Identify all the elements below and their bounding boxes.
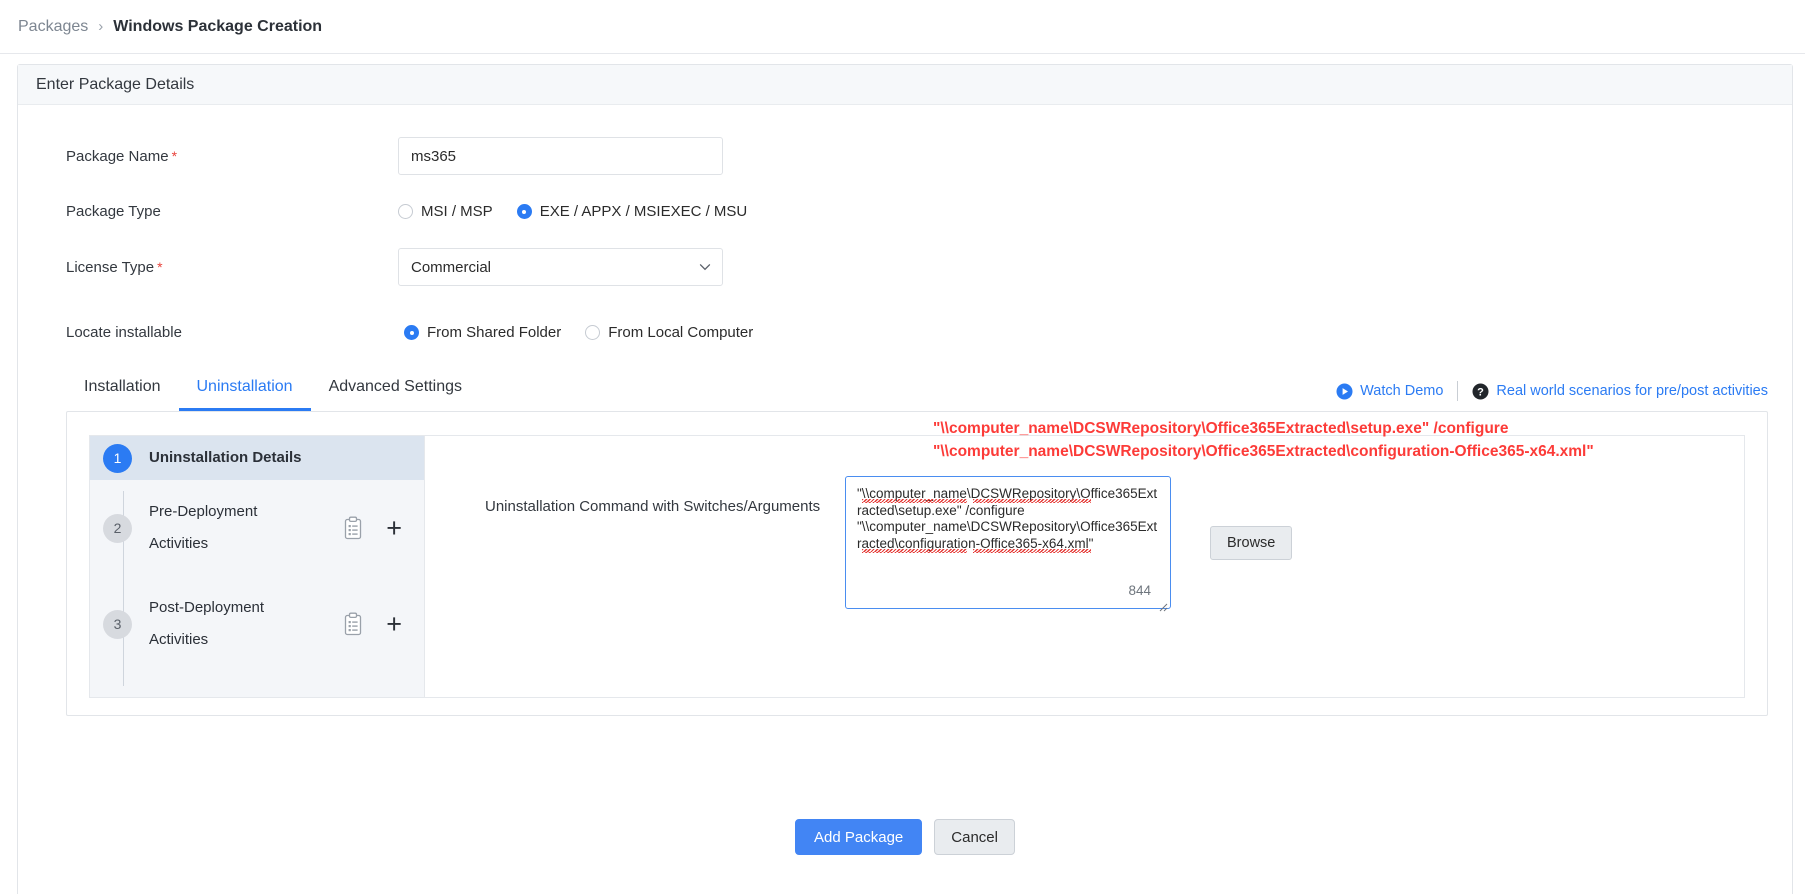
page-title: Enter Package Details <box>36 75 195 93</box>
locate-installable-label: Locate installable <box>66 324 182 341</box>
license-type-select-wrapper: Commercial <box>398 248 723 286</box>
breadcrumb-current-page: Windows Package Creation <box>113 17 323 35</box>
uninstall-command-textarea[interactable]: "\\computer_name\DCSWRepository\Office36… <box>845 476 1171 609</box>
step-label-line1: Post-Deployment <box>149 599 265 616</box>
package-type-radio-group: MSI / MSP EXE / APPX / MSIEXEC / MSU <box>398 203 1792 220</box>
plus-icon[interactable]: + <box>386 610 402 638</box>
clipboard-list-icon[interactable] <box>343 612 363 636</box>
tab-installation[interactable]: Installation <box>66 378 179 411</box>
tab-help-links: Watch Demo ? Real world scenarios for pr… <box>1336 381 1768 411</box>
breadcrumb: Packages › Windows Package Creation <box>0 0 1805 54</box>
step-uninstallation-details[interactable]: 1 Uninstallation Details <box>90 436 424 480</box>
radio-label: From Local Computer <box>608 324 754 341</box>
package-type-label: Package Type <box>66 203 161 220</box>
required-asterisk: * <box>157 258 163 275</box>
uninstall-command-label: Uninstallation Command with Switches/Arg… <box>485 498 821 515</box>
step-number-badge: 2 <box>103 513 132 543</box>
field-license-type: License Type * Commercial <box>18 248 1792 286</box>
real-world-scenarios-link[interactable]: ? Real world scenarios for pre/post acti… <box>1472 383 1768 400</box>
radio-label: MSI / MSP <box>421 203 493 220</box>
card-header: Enter Package Details <box>18 65 1792 105</box>
watch-demo-label: Watch Demo <box>1360 383 1444 399</box>
breadcrumb-link-packages[interactable]: Packages <box>18 18 88 36</box>
package-form: Package Name* Package Type MSI / MSP EXE… <box>18 105 1792 341</box>
package-name-label-text: Package Name <box>66 147 169 165</box>
step-pre-deployment-activities[interactable]: 2 Pre-Deployment Activities + <box>90 480 424 576</box>
breadcrumb-separator-icon: › <box>98 18 104 35</box>
cancel-button[interactable]: Cancel <box>934 819 1015 855</box>
step-number-badge: 1 <box>103 443 132 473</box>
step-label: Uninstallation Details <box>149 449 302 466</box>
license-type-label-text: License Type <box>66 258 155 276</box>
svg-text:?: ? <box>1478 386 1485 398</box>
field-package-type: Package Type MSI / MSP EXE / APPX / MSIE… <box>18 203 1792 220</box>
add-package-button[interactable]: Add Package <box>795 819 923 855</box>
radio-from-local-computer[interactable]: From Local Computer <box>585 324 753 341</box>
browse-button[interactable]: Browse <box>1210 526 1293 560</box>
watch-demo-link[interactable]: Watch Demo <box>1336 383 1443 400</box>
license-type-label: License Type * <box>18 259 398 276</box>
radio-label: From Shared Folder <box>427 324 562 341</box>
character-counter: 844 <box>1128 583 1151 598</box>
uninstall-command-field: "\\computer_name\DCSWRepository\Office36… <box>845 476 1171 614</box>
package-details-card: Enter Package Details Package Name* Pack… <box>17 64 1793 894</box>
step-actions: + <box>343 610 402 638</box>
license-type-selected-value: Commercial <box>411 258 492 276</box>
play-circle-icon <box>1336 383 1353 399</box>
step-number-badge: 3 <box>103 609 132 639</box>
clipboard-list-icon[interactable] <box>343 516 363 540</box>
plus-icon[interactable]: + <box>386 514 402 542</box>
field-package-name: Package Name * <box>18 137 1792 175</box>
tab-uninstallation[interactable]: Uninstallation <box>178 378 311 411</box>
step-label: Post-Deployment Activities <box>149 592 343 656</box>
question-circle-icon: ? <box>1472 383 1489 399</box>
radio-indicator <box>398 204 413 219</box>
step-post-deployment-activities[interactable]: 3 Post-Deployment Activities + <box>90 576 424 672</box>
real-world-scenarios-label: Real world scenarios for pre/post activi… <box>1496 383 1768 399</box>
radio-indicator-selected <box>404 325 419 340</box>
tab-bar: Installation Uninstallation Advanced Set… <box>66 367 1768 411</box>
step-actions: + <box>343 514 402 542</box>
field-locate-installable: Locate installable From Shared Folder Fr… <box>18 324 1792 341</box>
radio-msi-msp[interactable]: MSI / MSP <box>398 203 493 220</box>
radio-label: EXE / APPX / MSIEXEC / MSU <box>539 203 748 220</box>
uninstallation-details-pane: Uninstallation Command with Switches/Arg… <box>425 436 1744 697</box>
license-type-select[interactable]: Commercial <box>398 248 723 286</box>
links-divider <box>1457 381 1459 401</box>
radio-indicator-selected <box>516 204 532 219</box>
package-name-label: Package Name * <box>18 148 398 165</box>
uninstallation-panel: "\\computer_name\DCSWRepository\Office36… <box>66 411 1768 716</box>
panel-inner: 1 Uninstallation Details 2 Pre-Deploymen… <box>89 435 1745 698</box>
step-label-line1: Pre-Deployment <box>149 503 258 520</box>
tab-advanced-settings[interactable]: Advanced Settings <box>311 378 480 411</box>
step-label-line2: Activities <box>149 535 209 552</box>
radio-indicator <box>585 325 601 340</box>
step-list: 1 Uninstallation Details 2 Pre-Deploymen… <box>90 436 425 697</box>
form-actions: Add Package Cancel <box>18 819 1792 855</box>
required-asterisk: * <box>171 147 178 164</box>
step-label: Pre-Deployment Activities <box>149 496 343 560</box>
locate-installable-radio-group: From Shared Folder From Local Computer <box>398 324 1792 341</box>
radio-exe-appx[interactable]: EXE / APPX / MSIEXEC / MSU <box>516 203 748 220</box>
package-name-input[interactable] <box>398 137 723 175</box>
step-label-line2: Activities <box>149 631 209 648</box>
radio-from-shared-folder[interactable]: From Shared Folder <box>404 324 561 341</box>
